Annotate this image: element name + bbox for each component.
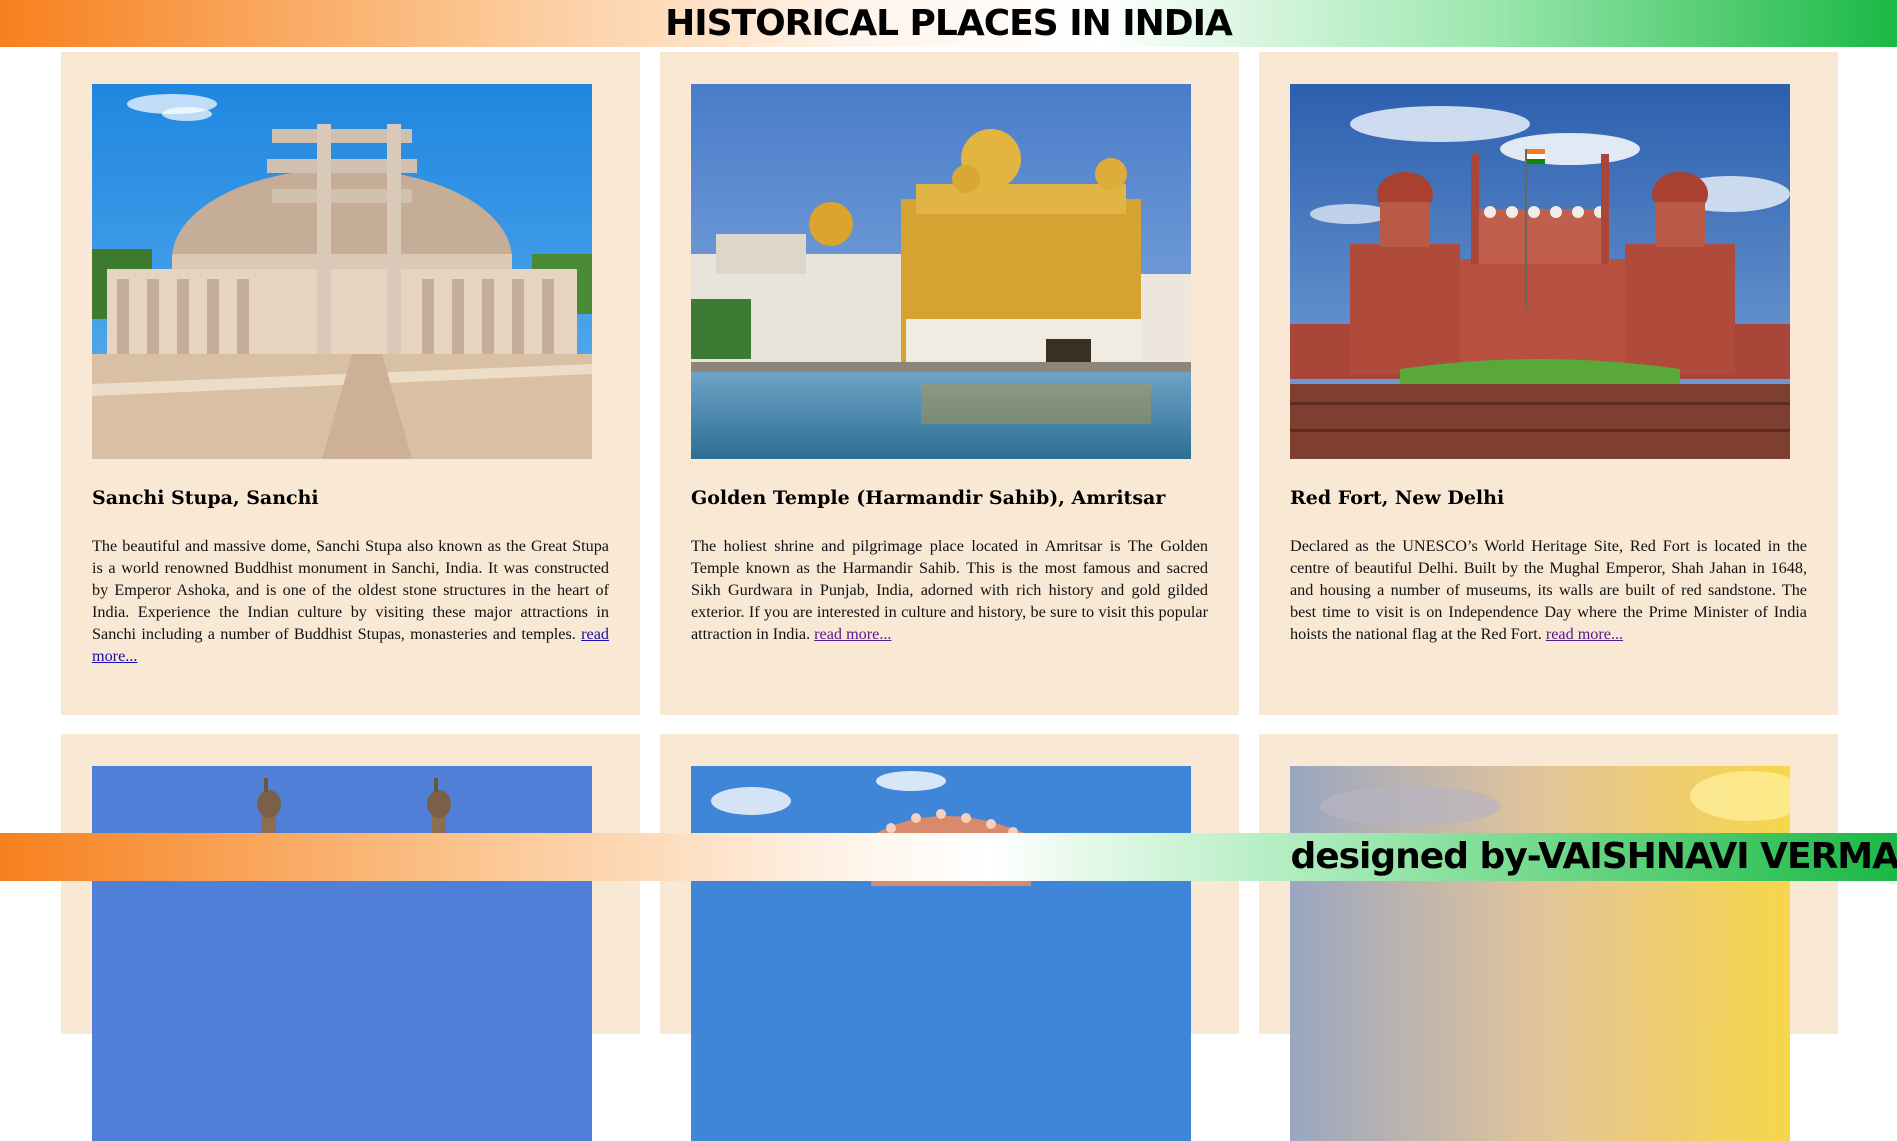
place-description: The holiest shrine and pilgrimage place … — [691, 537, 1208, 643]
place-title: Golden Temple (Harmandir Sahib), Amritsa… — [691, 487, 1166, 509]
golden-temple-photo — [691, 84, 1191, 459]
place-card-sanchi: Sanchi Stupa, Sanchi The beautiful and m… — [61, 52, 640, 715]
hawa-mahal-photo — [691, 766, 1191, 1141]
read-more-link[interactable]: read more... — [1546, 625, 1623, 643]
place-description: Declared as the UNESCO’s World Heritage … — [1290, 537, 1807, 643]
sunset-monument-photo — [1290, 766, 1790, 1141]
place-card-red-fort: Red Fort, New Delhi Declared as the UNES… — [1259, 52, 1838, 715]
place-card-hawa-mahal — [660, 734, 1239, 1141]
place-card-charminar — [61, 734, 640, 1141]
place-description: The beautiful and massive dome, Sanchi S… — [92, 537, 610, 665]
place-card-golden-temple: Golden Temple (Harmandir Sahib), Amritsa… — [660, 52, 1239, 715]
sanchi-stupa-photo — [92, 84, 592, 459]
designer-credit: designed by-VAISHNAVI VERMA — [1290, 836, 1897, 877]
place-card-third-row2 — [1259, 734, 1838, 1141]
place-title: Red Fort, New Delhi — [1290, 487, 1505, 509]
page-title: HISTORICAL PLACES IN INDIA — [665, 3, 1233, 44]
page-footer: designed by-VAISHNAVI VERMA — [0, 833, 1897, 881]
page-header: HISTORICAL PLACES IN INDIA — [0, 0, 1897, 47]
charminar-photo — [92, 766, 592, 1141]
place-title: Sanchi Stupa, Sanchi — [92, 487, 319, 509]
read-more-link[interactable]: read more... — [814, 625, 891, 643]
red-fort-photo — [1290, 84, 1790, 459]
